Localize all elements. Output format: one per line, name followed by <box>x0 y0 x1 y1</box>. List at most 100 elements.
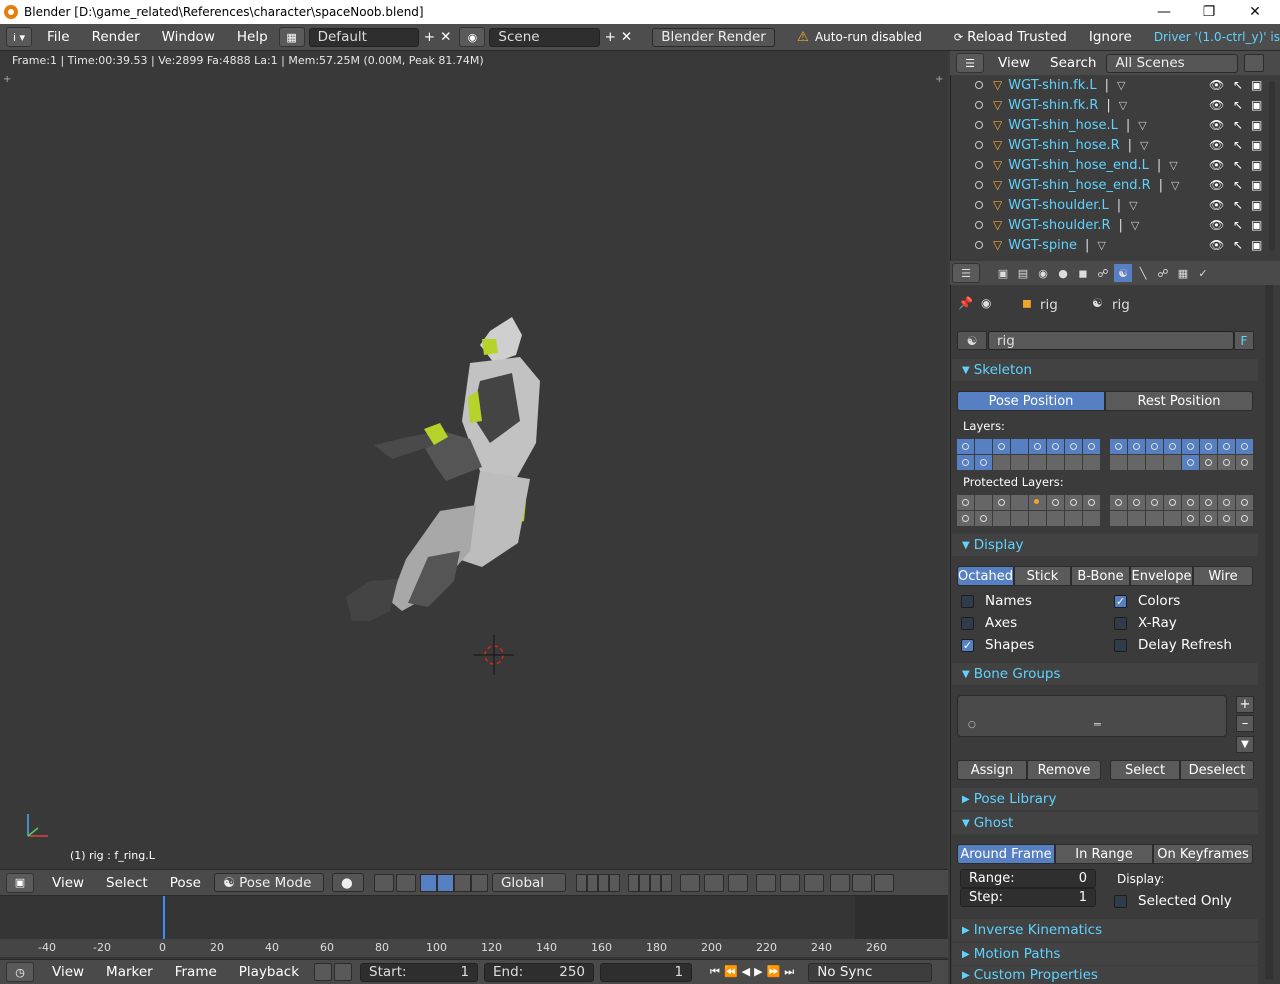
render-tab-icon[interactable]: ▣ <box>994 264 1012 282</box>
layer-button[interactable] <box>586 873 598 892</box>
preview-range-icon[interactable] <box>314 963 333 981</box>
layer-cell[interactable] <box>1218 455 1235 470</box>
bone-group-menu-icon[interactable]: ▼ <box>1236 736 1254 753</box>
checkmark-icon[interactable]: ✓ <box>961 638 974 652</box>
tl-menu-marker[interactable]: Marker <box>95 964 164 980</box>
display-panel-header[interactable]: ▼ Display <box>952 534 1258 556</box>
outliner[interactable]: ▽ WGT-shin.fk.L | ▽ 👁 ↖ ▣ ▽ WGT-shin.fk.R | ▽ 👁 ↖ ▣ … <box>950 51 1280 259</box>
layer-cell[interactable] <box>1110 439 1127 454</box>
add-screen-icon[interactable]: + <box>424 29 435 45</box>
layer-cell[interactable] <box>1236 439 1253 454</box>
menu-view[interactable]: View <box>38 875 95 891</box>
layer-cell[interactable] <box>1110 455 1127 470</box>
add-scene-icon[interactable]: + <box>605 29 616 45</box>
layer-cell[interactable] <box>1110 511 1127 526</box>
menu-pose[interactable]: Pose <box>159 875 212 891</box>
paste-pose-button[interactable] <box>851 873 872 892</box>
names-checkbox[interactable]: Names <box>961 593 1032 609</box>
in-range-button[interactable]: In Range <box>1055 844 1153 864</box>
snap-button[interactable] <box>755 873 776 892</box>
menu-select[interactable]: Select <box>95 875 159 891</box>
checkmark-icon[interactable]: ✓ <box>1114 594 1127 608</box>
render-icon[interactable]: ▣ <box>1251 118 1262 132</box>
minimize-icon[interactable]: — <box>1141 0 1187 24</box>
layer-cell[interactable] <box>1083 511 1100 526</box>
checkbox-box[interactable] <box>961 616 974 630</box>
motion-paths-panel-header[interactable]: ▶ Motion Paths <box>952 943 1258 965</box>
visibility-icon[interactable]: 👁 <box>1209 218 1224 232</box>
outliner-scrollbar[interactable] <box>1269 81 1275 251</box>
layer-cell[interactable] <box>1146 495 1163 510</box>
list-filter-icon[interactable]: ○ <box>968 720 976 730</box>
checkbox-box[interactable] <box>961 594 974 608</box>
row-label[interactable]: WGT-spine <box>1008 238 1077 253</box>
current-frame-field[interactable]: 1 <box>600 962 693 982</box>
properties-editor-icon[interactable]: ☰ <box>952 263 980 283</box>
layer-cell[interactable] <box>1110 495 1127 510</box>
layer-cell[interactable] <box>993 439 1010 454</box>
remove-screen-icon[interactable]: ✕ <box>440 29 451 45</box>
visibility-icon[interactable]: 👁 <box>1209 158 1224 172</box>
pose-position-button[interactable]: Pose Position <box>957 391 1105 411</box>
sync-dropdown[interactable]: No Sync <box>808 962 933 982</box>
axes-checkbox[interactable]: Axes <box>961 615 1017 631</box>
close-icon[interactable]: ✕ <box>1232 0 1278 24</box>
area-split-corner-icon[interactable]: + <box>935 74 943 85</box>
lock-layers-button[interactable] <box>679 873 700 892</box>
visibility-icon[interactable]: 👁 <box>1209 78 1224 92</box>
outliner-row[interactable]: ▽ WGT-shin_hose.R | ▽ 👁 ↖ ▣ <box>951 135 1269 155</box>
deselect-button[interactable]: Deselect <box>1180 760 1254 780</box>
row-label[interactable]: WGT-shoulder.R <box>1008 218 1110 233</box>
object-tab-icon[interactable]: ◼ <box>1074 264 1092 282</box>
layer-cell[interactable] <box>1236 455 1253 470</box>
layer-cell[interactable] <box>1128 455 1145 470</box>
on-keyframes-button[interactable]: On Keyframes <box>1153 844 1253 864</box>
layer-cell[interactable] <box>1065 455 1082 470</box>
ghost-panel-header[interactable]: ▼ Ghost <box>952 812 1258 834</box>
stick-button[interactable]: Stick <box>1014 566 1071 586</box>
layer-cell[interactable] <box>1128 439 1145 454</box>
colors-checkbox[interactable]: ✓ Colors <box>1114 593 1180 609</box>
layer-cell[interactable] <box>1182 495 1199 510</box>
row-label[interactable]: WGT-shin_hose_end.L <box>1008 158 1149 173</box>
layer-cell[interactable] <box>1218 511 1235 526</box>
layer-cell[interactable] <box>1164 455 1181 470</box>
expand-icon[interactable] <box>975 81 983 89</box>
remove-bone-group-icon[interactable]: – <box>1236 715 1254 732</box>
layer-cell[interactable] <box>1218 495 1235 510</box>
select-arrow-icon[interactable]: ↖ <box>1233 158 1243 172</box>
layer-cell[interactable] <box>993 511 1010 526</box>
render-layers-tab-icon[interactable]: ▤ <box>1014 264 1032 282</box>
layer-cell[interactable] <box>1047 495 1064 510</box>
layer-cell[interactable] <box>1029 439 1046 454</box>
translate-manipulator-icon[interactable] <box>419 873 437 892</box>
menu-render[interactable]: Render <box>81 29 151 45</box>
render-icon[interactable]: ▣ <box>1251 78 1262 92</box>
normal-manipulator-icon[interactable] <box>470 873 488 892</box>
expand-icon[interactable] <box>975 101 983 109</box>
checkbox-box[interactable] <box>1114 638 1127 652</box>
layer-cell[interactable] <box>993 495 1010 510</box>
select-arrow-icon[interactable]: ↖ <box>1233 78 1243 92</box>
inverse-kinematics-panel-header[interactable]: ▶ Inverse Kinematics <box>952 919 1258 941</box>
layer-cell[interactable] <box>1128 495 1145 510</box>
next-keyframe-icon[interactable]: ⏩ <box>767 965 785 978</box>
3d-cursor-icon[interactable] <box>474 635 514 675</box>
character-model[interactable] <box>330 311 570 621</box>
layer-button[interactable] <box>597 873 609 892</box>
layer-cell[interactable] <box>975 455 992 470</box>
layer-cell[interactable] <box>1083 439 1100 454</box>
pin-icon[interactable]: 📌 <box>958 296 973 310</box>
select-arrow-icon[interactable]: ↖ <box>1233 218 1243 232</box>
expand-icon[interactable] <box>975 121 983 129</box>
list-resize-handle-icon[interactable]: ═ <box>1094 718 1101 731</box>
layer-cell[interactable] <box>1047 439 1064 454</box>
scene-tab-icon[interactable]: ◉ <box>1034 264 1052 282</box>
rest-position-button[interactable]: Rest Position <box>1105 391 1253 411</box>
scene-icon[interactable]: ◉ <box>459 27 486 47</box>
layer-cell[interactable] <box>1146 455 1163 470</box>
layer-cell[interactable] <box>1182 511 1199 526</box>
armature-name-field[interactable]: rig <box>988 331 1234 350</box>
orientation-dropdown[interactable]: Global <box>491 873 566 892</box>
skeleton-panel-header[interactable]: ▼ Skeleton <box>952 359 1258 381</box>
